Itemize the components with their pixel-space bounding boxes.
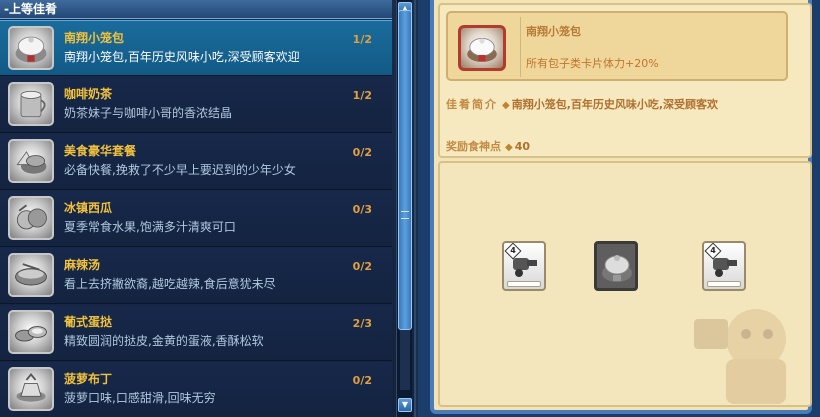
dish-row-combo-meal[interactable]: 美食豪华套餐 必备快餐,挽救了不少早上要迟到的少年少女 0/2: [0, 134, 392, 190]
dish-detail-panel: 南翔小笼包 所有包子类卡片体力+20% 佳肴简介 ◆ 南翔小笼包,百年历史风味小吃,…: [418, 0, 820, 417]
dish-name: 冰镇西瓜: [64, 201, 113, 215]
bullet-icon: ◆: [505, 142, 513, 153]
dish-row-spicy-soup[interactable]: 麻辣汤 看上去挤撇欲裔,越吃越辣,食后意犹未尽 0/2: [0, 248, 392, 304]
dish-row-pudding[interactable]: 菠萝布丁 菠萝口味,口感甜滑,回味无穷 0/2: [0, 362, 392, 417]
intro-line: 佳肴简介 ◆ 南翔小笼包,百年历史风味小吃,深受顾客欢: [446, 96, 718, 112]
dish-count: 0/3: [352, 203, 372, 216]
steamed-bun-icon: [8, 26, 54, 70]
dish-row-milk-tea[interactable]: 咖啡奶茶 奶茶妹子与咖啡小哥的香浓结晶 1/2: [0, 77, 392, 133]
intro-label: 佳肴简介: [446, 98, 498, 111]
dish-count: 1/2: [352, 89, 372, 102]
detail-bonus: 所有包子类卡片体力+20%: [526, 57, 659, 70]
reward-line: 奖励食神点 ◆ 40: [446, 138, 530, 154]
dish-desc: 夏季常食水果,饱满多汁清爽可口: [64, 220, 236, 234]
reward-label: 奖励食神点: [446, 140, 501, 153]
reward-value: 40: [514, 140, 531, 153]
dish-desc: 必备快餐,挽救了不少早上要迟到的少年少女: [64, 163, 296, 177]
dish-desc: 南翔小笼包,百年历史风味小吃,深受顾客欢迎: [64, 50, 300, 64]
dish-desc: 精致圆润的挞皮,金黄的蛋液,香酥松软: [64, 334, 264, 348]
dish-slot[interactable]: [594, 241, 638, 291]
dish-count: 0/2: [352, 146, 372, 159]
steamed-bun-icon: [598, 245, 636, 287]
card-divider: [520, 17, 521, 77]
dish-info-box: 南翔小笼包 所有包子类卡片体力+20% 佳肴简介 ◆ 南翔小笼包,百年历史风味小吃,…: [438, 3, 812, 158]
dish-name: 葡式蛋挞: [64, 315, 113, 329]
chef-watermark-icon: [694, 309, 786, 404]
intro-text: 南翔小笼包,百年历史风味小吃,深受顾客欢: [511, 98, 719, 111]
dish-count: 0/2: [352, 374, 372, 387]
dish-row-nanxiang-bun[interactable]: 南翔小笼包 南翔小笼包,百年历史风味小吃,深受顾客欢迎 1/2: [0, 20, 392, 76]
detail-frame: 南翔小笼包 所有包子类卡片体力+20% 佳肴简介 ◆ 南翔小笼包,百年历史风味小吃,…: [430, 0, 812, 414]
dish-name: 菠萝布丁: [64, 372, 113, 386]
egg-tart-icon: [8, 310, 54, 354]
category-header[interactable]: -上等佳肴: [0, 0, 392, 19]
dish-list: 南翔小笼包 南翔小笼包,百年历史风味小吃,深受顾客欢迎 1/2 咖啡奶茶 奶茶妹…: [0, 20, 392, 417]
dish-row-watermelon[interactable]: 冰镇西瓜 夏季常食水果,饱满多汁清爽可口 0/3: [0, 191, 392, 247]
dish-desc: 看上去挤撇欲裔,越吃越辣,食后意犹未尽: [64, 277, 276, 291]
card-slot-bar: [507, 281, 541, 287]
dish-desc: 奶茶妹子与咖啡小哥的香浓结晶: [64, 106, 233, 120]
scroll-down-button[interactable]: ▼: [398, 398, 412, 412]
card-slot-2[interactable]: 4: [702, 241, 746, 291]
dish-row-egg-tart[interactable]: 葡式蛋挞 精致圆润的挞皮,金黄的蛋液,香酥松软 2/3: [0, 305, 392, 361]
detail-dish-name: 南翔小笼包: [526, 25, 581, 38]
steamed-bun-icon: [458, 25, 506, 71]
dish-desc: 菠萝口味,口感甜滑,回味无穷: [64, 391, 216, 405]
milk-tea-icon: [8, 82, 54, 126]
dish-count: 1/2: [352, 33, 372, 46]
dish-name: 咖啡奶茶: [64, 87, 113, 101]
pudding-icon: [8, 367, 54, 411]
watermelon-icon: [8, 196, 54, 240]
bullet-icon: ◆: [502, 100, 510, 111]
card-slot-1[interactable]: 4: [502, 241, 546, 291]
dish-name: 南翔小笼包: [64, 31, 125, 45]
dish-list-panel: -上等佳肴 南翔小笼包 南翔小笼包,百年历史风味小吃,深受顾客欢迎 1/2 咖啡…: [0, 0, 416, 417]
card-slot-bar: [707, 281, 741, 287]
dish-count: 2/3: [352, 317, 372, 330]
dish-name: 美食豪华套餐: [64, 144, 137, 158]
scroll-thumb[interactable]: [398, 10, 412, 330]
scroll-grip-icon: [401, 211, 409, 219]
dish-count: 0/2: [352, 260, 372, 273]
list-scrollbar[interactable]: ▲ ▼: [396, 0, 412, 417]
spicy-soup-icon: [8, 253, 54, 297]
dish-card: 南翔小笼包 所有包子类卡片体力+20%: [446, 11, 788, 81]
ingredient-slots-box: 4 4: [438, 161, 812, 407]
combo-meal-icon: [8, 139, 54, 183]
dish-name: 麻辣汤: [64, 258, 101, 272]
